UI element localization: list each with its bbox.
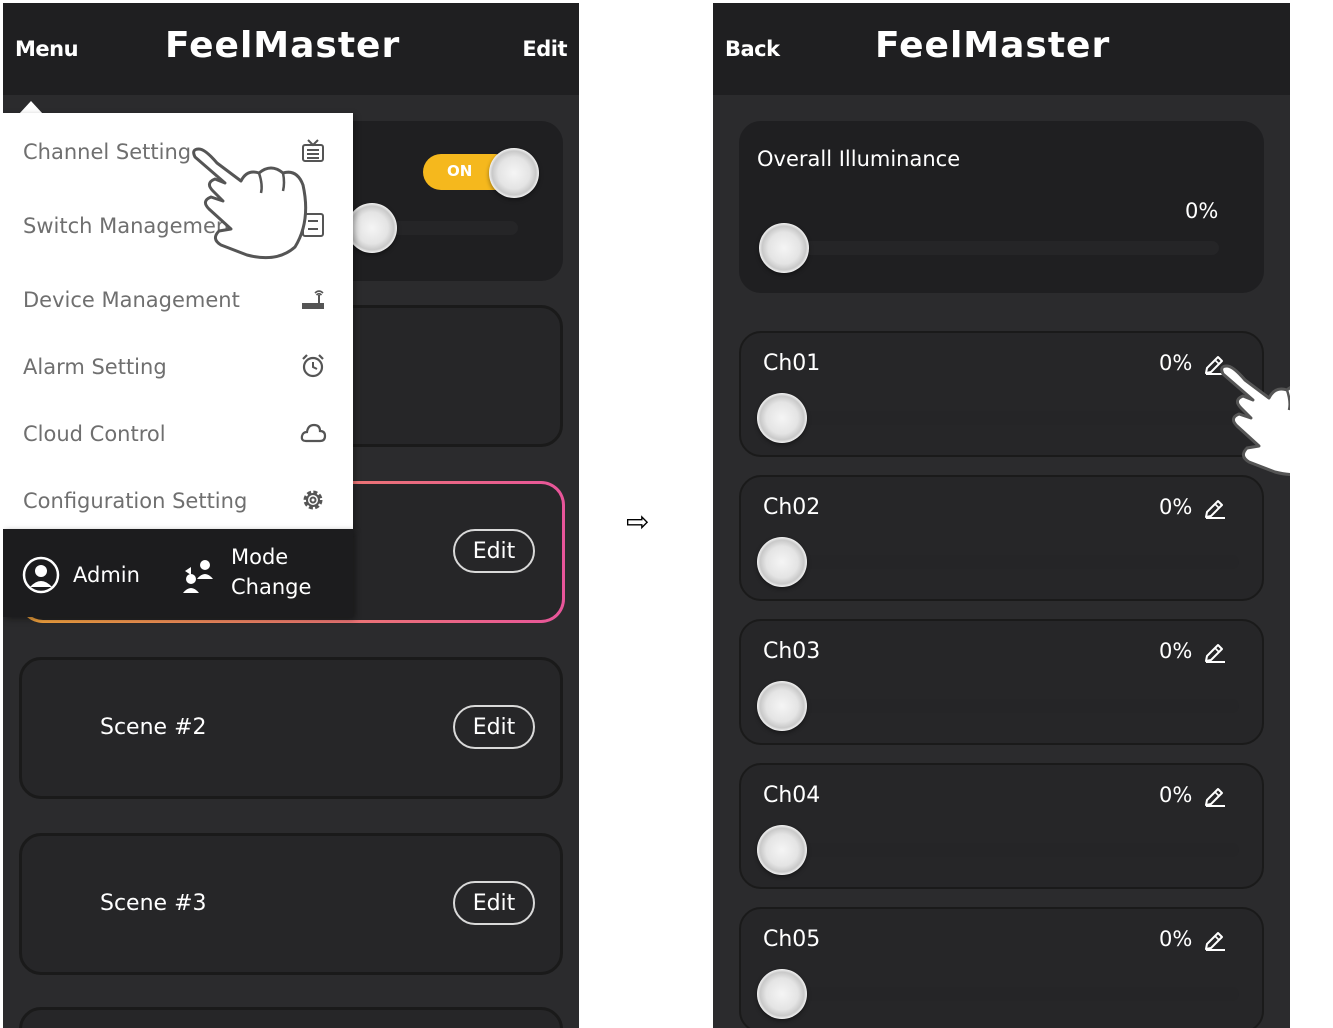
pointing-hand-icon [1220,364,1290,477]
channel-slider-knob[interactable] [757,681,807,731]
menu-item-label: Cloud Control [23,422,166,446]
scene-3-edit-button[interactable]: Edit [453,881,535,925]
channel-slider-track[interactable] [771,843,1239,857]
edit-pencil-icon[interactable] [1203,639,1227,663]
master-slider-knob[interactable] [347,203,397,253]
overall-illuminance-value: 0% [1185,199,1219,223]
overall-slider-track[interactable] [773,241,1219,255]
menu-item-label: Channel Setting [23,140,192,164]
edit-pencil-icon[interactable] [1203,783,1227,807]
channel-card: Ch02 0% [739,475,1264,601]
overall-slider-knob[interactable] [759,223,809,273]
channel-label: Ch05 [763,927,821,952]
channel-card: Ch03 0% [739,619,1264,745]
admin-button[interactable]: Admin [21,553,171,597]
change-label: Change [231,575,312,599]
channel-label: Ch01 [763,351,821,376]
channel-label: Ch03 [763,639,821,664]
channel-slider-knob[interactable] [757,393,807,443]
channel-value: 0% [1159,927,1193,951]
menu-item-alarm-setting[interactable]: Alarm Setting [3,338,353,398]
scene-1-edit-button[interactable]: Edit [453,529,535,573]
edit-pencil-icon[interactable] [1203,495,1227,519]
alarm-clock-icon [302,354,324,378]
back-button[interactable]: Back [725,37,780,61]
toggle-knob [489,148,539,198]
mode-label: Mode [231,545,289,569]
top-bar: Menu FeelMaster Edit [3,3,579,95]
menu-button[interactable]: Menu [15,37,79,61]
edit-button[interactable]: Edit [522,37,567,61]
power-toggle[interactable]: ON [423,148,539,198]
app-title: FeelMaster [165,25,401,66]
scene-3-name: Scene #3 [100,891,207,916]
channel-value: 0% [1159,495,1193,519]
channel-value: 0% [1159,351,1193,375]
admin-label: Admin [73,563,140,587]
menu-item-configuration-setting[interactable]: Configuration Setting [3,472,353,532]
mode-change-button[interactable]: Mode Change [179,545,349,609]
menu-footer: Admin Mode Change [3,529,353,617]
channel-slider-knob[interactable] [757,537,807,587]
main-screen: Menu FeelMaster Edit ON Edit Scene #2 Ed… [3,3,579,1028]
toggle-label: ON [447,162,473,180]
edit-pencil-icon[interactable] [1203,927,1227,951]
overall-illuminance-label: Overall Illuminance [757,147,961,171]
channel-card: Ch05 0% [739,907,1264,1028]
channel-slider-track[interactable] [771,411,1239,425]
people-swap-icon [183,560,213,593]
channel-slider-track[interactable] [771,987,1239,1001]
menu-item-label: Device Management [23,288,240,312]
channel-slider-track[interactable] [771,555,1239,569]
overall-illuminance-card: Overall Illuminance 0% [739,121,1264,293]
channel-slider-knob[interactable] [757,969,807,1019]
channel-label: Ch02 [763,495,821,520]
scene-2-edit-button[interactable]: Edit [453,705,535,749]
top-bar: Back FeelMaster [713,3,1290,95]
transition-arrow-icon: ⇨ [626,505,650,538]
channel-slider-knob[interactable] [757,825,807,875]
menu-item-label: Alarm Setting [23,355,167,379]
menu-item-device-management[interactable]: Device Management [3,271,353,331]
menu-item-cloud-control[interactable]: Cloud Control [3,405,353,465]
app-title: FeelMaster [875,25,1111,66]
menu-item-label: Configuration Setting [23,489,248,513]
user-circle-icon [22,556,60,594]
pointing-hand-icon [192,147,308,260]
channel-setting-screen: Back FeelMaster Overall Illuminance 0% C… [713,3,1290,1028]
channel-slider-track[interactable] [771,699,1239,713]
channel-label: Ch04 [763,783,821,808]
channel-value: 0% [1159,783,1193,807]
cloud-icon [300,423,327,443]
gear-icon [303,490,323,510]
scene-2-name: Scene #2 [100,715,207,740]
router-icon [302,290,324,309]
scene-card-4[interactable] [19,1007,563,1028]
channel-card: Ch01 0% [739,331,1264,457]
channel-card: Ch04 0% [739,763,1264,889]
channel-value: 0% [1159,639,1193,663]
